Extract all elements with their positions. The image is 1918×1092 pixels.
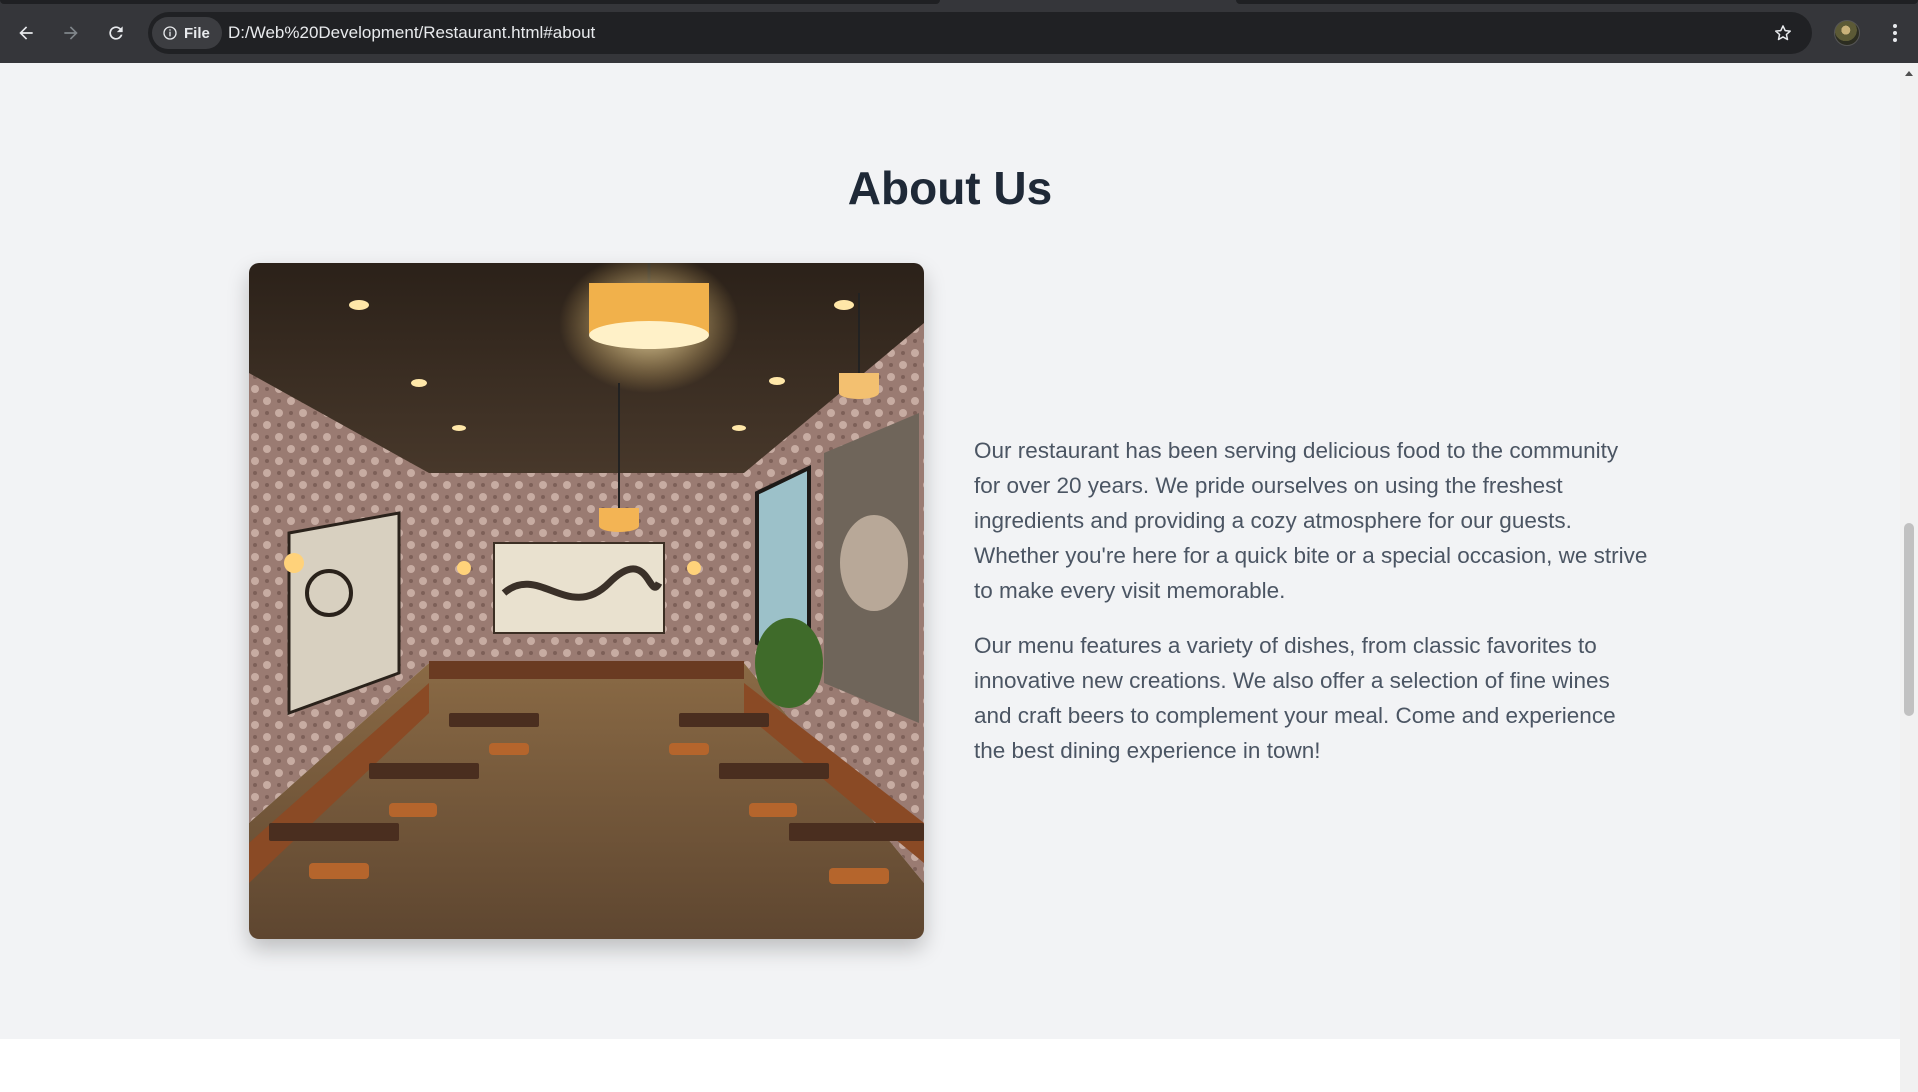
about-description: Our restaurant has been serving deliciou… [974,433,1650,788]
scroll-up-arrow-icon[interactable] [1900,65,1918,81]
about-paragraph-2: Our menu features a variety of dishes, f… [974,633,1616,763]
site-chip-label: File [184,24,210,42]
restaurant-interior-illustration [249,263,924,939]
browser-menu-button[interactable] [1880,18,1910,48]
browser-toolbar: File D:/Web%20Development/Restaurant.htm… [0,0,1918,63]
about-paragraph-1: Our restaurant has been serving deliciou… [974,438,1648,603]
tab-strip-edge [0,0,940,4]
forward-arrow-icon [64,26,78,40]
url-text[interactable]: D:/Web%20Development/Restaurant.html#abo… [228,12,595,54]
next-section [0,1039,1900,1092]
page-viewport: About Us Our restaurant has been serving… [0,63,1900,1092]
bookmark-button[interactable] [1768,18,1798,48]
reload-button[interactable] [101,18,131,48]
back-arrow-icon [19,26,33,40]
profile-avatar[interactable] [1834,20,1860,46]
restaurant-interior-image [249,263,924,939]
reload-icon [109,26,123,40]
about-heading: About Us [847,162,1053,214]
address-bar[interactable]: File D:/Web%20Development/Restaurant.htm… [148,12,1812,54]
site-info-chip[interactable]: File [152,17,222,49]
tab-strip-edge [1236,0,1918,4]
info-icon [163,26,177,40]
star-icon [1775,25,1791,41]
scrollbar-thumb[interactable] [1904,523,1914,716]
kebab-menu-icon [1893,24,1897,28]
back-button[interactable] [11,18,41,48]
page-scrollbar[interactable] [1900,63,1918,1092]
forward-button[interactable] [56,18,86,48]
about-section: About Us Our restaurant has been serving… [0,63,1900,1039]
